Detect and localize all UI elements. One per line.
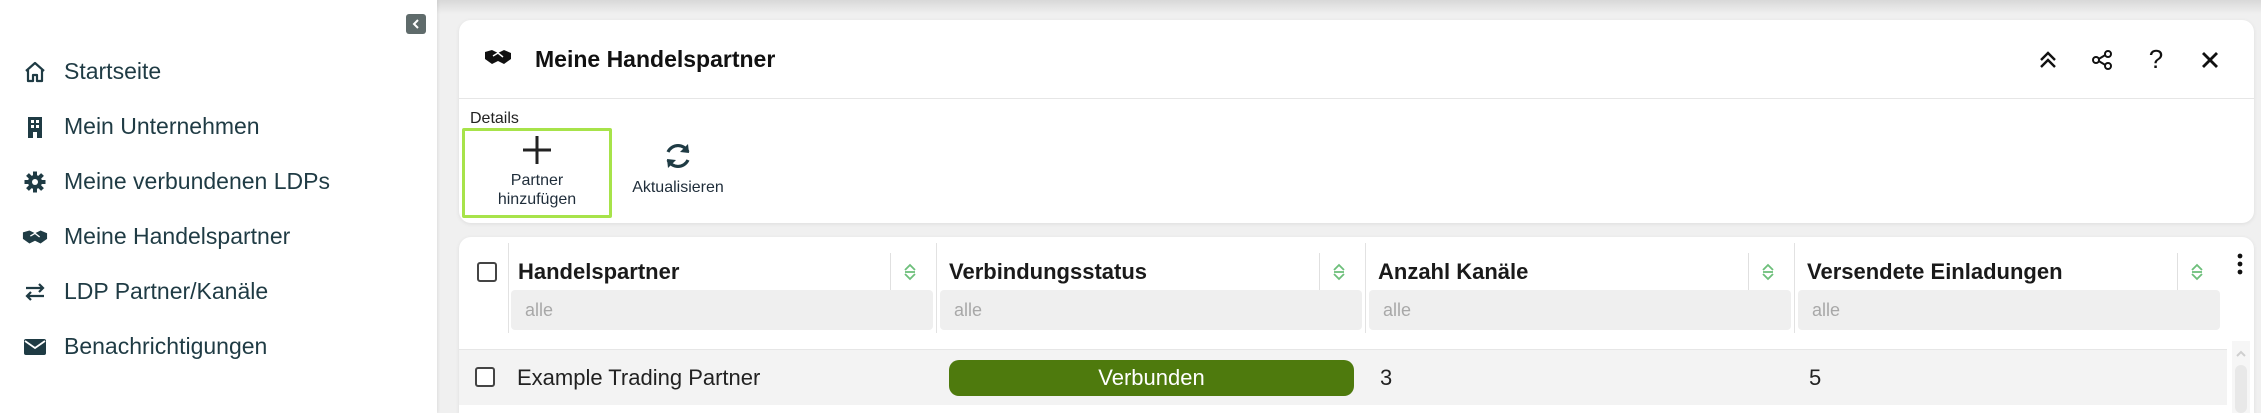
filter-input-handelspartner[interactable]	[511, 290, 933, 330]
sort-icon[interactable]	[1754, 251, 1782, 293]
column-divider	[1365, 243, 1366, 333]
add-partner-button[interactable]: Partner hinzufügen	[462, 128, 612, 218]
collapse-sidebar-button[interactable]	[406, 14, 426, 34]
scroll-up-icon	[2236, 350, 2246, 357]
column-header-handelspartner[interactable]: Handelspartner	[518, 251, 679, 293]
sidebar-item-label: Benachrichtigungen	[64, 333, 268, 359]
header-separator	[2177, 253, 2178, 291]
sidebar: Startseite Mein Unternehmen Meine verbun…	[0, 0, 437, 413]
sidebar-item-ldp-partner-kanaele[interactable]: LDP Partner/Kanäle	[0, 264, 437, 319]
chevron-left-icon	[412, 19, 419, 29]
add-partner-label-line1: Partner	[510, 172, 564, 189]
close-button[interactable]	[2194, 44, 2226, 76]
page-title: Meine Handelspartner	[535, 45, 776, 72]
question-mark-icon: ?	[2148, 44, 2164, 74]
swap-arrows-icon	[22, 279, 48, 305]
handshake-icon	[483, 47, 513, 72]
sidebar-item-mein-unternehmen[interactable]: Mein Unternehmen	[0, 99, 437, 154]
filter-input-versendete-einladungen[interactable]	[1798, 290, 2220, 330]
panel-header: Meine Handelspartner ?	[459, 20, 2254, 99]
scrollbar-thumb[interactable]	[2235, 365, 2247, 413]
header-separator	[1319, 253, 1320, 291]
sidebar-item-label: Startseite	[64, 58, 162, 84]
sort-icon[interactable]	[1325, 251, 1353, 293]
handshake-icon	[22, 224, 48, 250]
building-icon	[22, 114, 48, 140]
help-button[interactable]: ?	[2140, 44, 2172, 76]
filter-input-verbindungsstatus[interactable]	[940, 290, 1362, 330]
column-divider	[1794, 243, 1795, 333]
sidebar-item-label: Mein Unternehmen	[64, 113, 260, 139]
select-all-checkbox[interactable]	[477, 262, 497, 282]
plus-icon	[523, 136, 551, 164]
detail-panel: Meine Handelspartner ? Details Partner h…	[459, 20, 2254, 223]
cell-channels: 3	[1380, 365, 1393, 390]
sidebar-item-label: Meine Handelspartner	[64, 223, 291, 249]
column-menu-button[interactable]	[2229, 249, 2251, 279]
collapse-panel-button[interactable]	[2032, 44, 2064, 76]
column-divider	[936, 243, 937, 333]
sidebar-nav: Startseite Mein Unternehmen Meine verbun…	[0, 44, 437, 374]
sidebar-item-label: Meine verbundenen LDPs	[64, 168, 330, 194]
sidebar-item-label: LDP Partner/Kanäle	[64, 278, 269, 304]
panel-header-actions: ?	[2032, 20, 2226, 99]
double-chevron-up-icon	[2040, 50, 2056, 68]
sort-icon[interactable]	[896, 251, 924, 293]
cell-invitations: 5	[1809, 365, 1822, 390]
sidebar-item-handelspartner[interactable]: Meine Handelspartner	[0, 209, 437, 264]
filter-input-anzahl-kanaele[interactable]	[1369, 290, 1791, 330]
close-icon	[2202, 51, 2218, 68]
status-badge: Verbunden	[949, 360, 1354, 396]
sidebar-item-verbundene-ldps[interactable]: Meine verbundenen LDPs	[0, 154, 437, 209]
partner-table: Handelspartner Verbindungsstatus Anzahl …	[459, 237, 2254, 413]
share-button[interactable]	[2086, 44, 2118, 76]
envelope-icon	[22, 334, 48, 360]
column-header-anzahl-kanaele[interactable]: Anzahl Kanäle	[1378, 251, 1528, 293]
table-row[interactable]: Example Trading Partner Verbunden 3 5	[459, 349, 2227, 405]
row-checkbox[interactable]	[475, 367, 495, 387]
header-separator	[1748, 253, 1749, 291]
column-header-verbindungsstatus[interactable]: Verbindungsstatus	[949, 251, 1147, 293]
vertical-scrollbar[interactable]	[2232, 341, 2250, 413]
sort-icon[interactable]	[2183, 251, 2211, 293]
sidebar-item-benachrichtigungen[interactable]: Benachrichtigungen	[0, 319, 437, 374]
refresh-button[interactable]: Aktualisieren	[619, 128, 737, 218]
cell-partner: Example Trading Partner	[517, 365, 761, 390]
refresh-icon	[666, 143, 690, 169]
sidebar-item-startseite[interactable]: Startseite	[0, 44, 437, 99]
header-separator	[890, 253, 891, 291]
refresh-label: Aktualisieren	[632, 179, 724, 196]
add-partner-label-line2: hinzufügen	[497, 191, 577, 208]
home-icon	[22, 59, 48, 85]
vertical-dots-icon	[2237, 253, 2243, 275]
section-label: Details	[470, 110, 519, 127]
column-header-versendete-einladungen[interactable]: Versendete Einladungen	[1807, 251, 2063, 293]
gear-icon	[22, 169, 48, 195]
share-icon	[2092, 49, 2112, 70]
column-divider	[508, 243, 509, 333]
